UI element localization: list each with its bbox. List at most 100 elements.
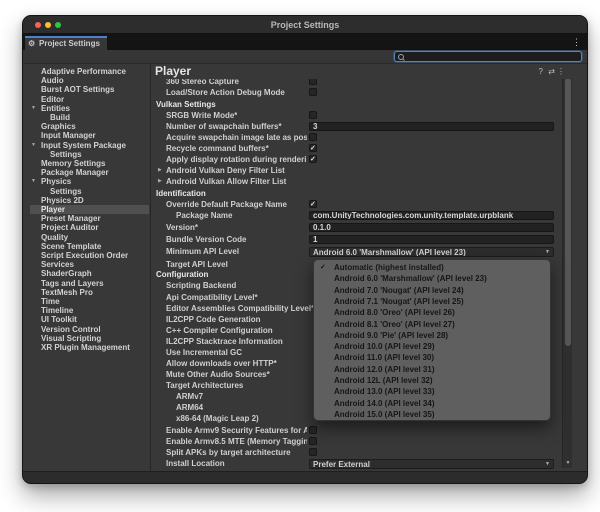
text-field-bundle-version-code[interactable]: 1 [309,235,554,244]
foldout-closed-icon[interactable]: ▶ [158,165,162,176]
popup-item-android-8-0-oreo-api-level-26[interactable]: Android 8.0 'Oreo' (API level 26) [314,307,551,318]
sidebar-item-ui-toolkit[interactable]: UI Toolkit [23,315,151,324]
dropdown-install-location[interactable]: Prefer External▼ [309,459,554,469]
popup-item-android-12-0-api-level-31[interactable]: Android 12.0 (API level 31) [314,364,551,375]
popup-item-android-15-0-api-level-35[interactable]: Android 15.0 (API level 35) [314,409,551,420]
popup-item-android-13-0-api-level-33[interactable]: Android 13.0 (API level 33) [314,386,551,397]
sidebar-item-services[interactable]: Services [23,260,151,269]
sidebar-item-build[interactable]: Build [23,113,151,122]
sidebar-item-package-manager[interactable]: Package Manager [23,168,151,177]
sidebar-item-label: Input System Package [41,141,126,150]
checkbox-enable-armv8-5-mte-memory-tagging-ex[interactable] [309,437,317,445]
popup-item-label: Automatic (highest installed) [334,262,444,273]
sidebar-item-label: Audio [41,76,64,85]
sidebar-item-quality[interactable]: Quality [23,233,151,242]
setting-label: Version* [166,222,198,233]
sidebar-item-physics-2d[interactable]: Physics 2D [23,196,151,205]
scrollbar-thumb[interactable] [565,78,571,346]
sidebar-item-label: ShaderGraph [41,269,92,278]
foldout-closed-icon[interactable]: ▶ [158,176,162,187]
more-options-icon[interactable]: ⋮ [557,67,565,76]
sidebar-item-audio[interactable]: Audio [23,76,151,85]
sidebar-item-burst-aot-settings[interactable]: Burst AOT Settings [23,85,151,94]
popup-item-label: Android 8.0 'Oreo' (API level 26) [334,307,455,318]
sidebar-item-settings[interactable]: Settings [23,150,151,159]
setting-label: ARM64 [176,402,203,413]
preset-icon[interactable]: ⇄ [548,67,555,76]
checkbox-enable-armv9-security-features-for-arm64[interactable] [309,426,317,434]
sidebar-item-xr-plugin-management[interactable]: XR Plugin Management [23,343,151,352]
sidebar-item-label: Memory Settings [41,159,105,168]
sidebar-item-time[interactable]: Time [23,297,151,306]
setting-label: Split APKs by target architecture [166,447,291,458]
setting-label: Recycle command buffers* [166,143,269,154]
sidebar-item-scene-template[interactable]: Scene Template [23,242,151,251]
settings-row-install-location: Install LocationPrefer External▼ [152,458,588,469]
sidebar-item-project-auditor[interactable]: Project Auditor [23,223,151,232]
sidebar-item-label: Entities [41,104,70,113]
sidebar-item-script-execution-order[interactable]: Script Execution Order [23,251,151,260]
sidebar-item-input-system-package[interactable]: ▼ Input System Package [23,141,151,150]
popup-item-android-7-0-nougat-api-level-24[interactable]: Android 7.0 'Nougat' (API level 24) [314,285,551,296]
settings-row-android-vulkan-deny-filter-list: ▶Android Vulkan Deny Filter List [152,165,588,176]
dropdown-minimum-api-level[interactable]: Android 6.0 'Marshmallow' (API level 23)… [309,247,554,257]
popup-item-android-7-1-nougat-api-level-25[interactable]: Android 7.1 'Nougat' (API level 25) [314,296,551,307]
popup-item-android-11-0-api-level-30[interactable]: Android 11.0 (API level 30) [314,352,551,363]
popup-item-android-10-0-api-level-29[interactable]: Android 10.0 (API level 29) [314,341,551,352]
popup-item-android-8-1-oreo-api-level-27[interactable]: Android 8.1 'Oreo' (API level 27) [314,319,551,330]
text-field-package-name[interactable]: com.UnityTechnologies.com.unity.template… [309,211,554,220]
popup-item-android-9-0-pie-api-level-28[interactable]: Android 9.0 'Pie' (API level 28) [314,330,551,341]
foldout-open-icon[interactable]: ▼ [31,104,36,113]
text-field-number-of-swapchain-buffers[interactable]: 3 [309,122,554,131]
setting-label: Target Architectures [166,380,243,391]
tab-project-settings[interactable]: ⚙Project Settings [25,36,107,50]
checkbox-srgb-write-mode[interactable] [309,111,317,119]
foldout-open-icon[interactable]: ▼ [31,141,36,150]
scroll-down-arrow-icon[interactable]: ▼ [563,460,573,466]
sidebar-item-memory-settings[interactable]: Memory Settings [23,159,151,168]
sidebar-item-adaptive-performance[interactable]: Adaptive Performance [23,67,151,76]
sidebar-item-graphics[interactable]: Graphics [23,122,151,131]
checkbox-apply-display-rotation-during-rendering[interactable] [309,155,317,163]
sidebar-item-player[interactable]: Player [30,205,149,214]
settings-row-number-of-swapchain-buffers: Number of swapchain buffers* 3 [152,121,588,132]
sidebar-item-settings[interactable]: Settings [23,187,151,196]
dropdown-value: Prefer External [313,460,370,469]
sidebar-item-label: Quality [41,233,68,242]
popup-item-android-14-0-api-level-34[interactable]: Android 14.0 (API level 34) [314,398,551,409]
foldout-open-icon[interactable]: ▼ [31,177,36,186]
kebab-menu-icon[interactable]: ⋮ [572,36,581,49]
popup-item-android-6-0-marshmallow-api-level-23[interactable]: Android 6.0 'Marshmallow' (API level 23) [314,273,551,284]
help-icon[interactable]: ? [539,67,543,76]
sidebar-item-preset-manager[interactable]: Preset Manager [23,214,151,223]
popup-item-label: Android 13.0 (API level 33) [334,386,434,397]
setting-label: Mute Other Audio Sources* [166,369,270,380]
settings-row-load-store-action-debug-mode: Load/Store Action Debug Mode [152,87,588,98]
sidebar-item-label: Burst AOT Settings [41,85,114,94]
settings-row-enable-armv8-5-mte-memory-tagging-ex: Enable Armv8.5 MTE (Memory Tagging Ex [152,436,588,447]
sidebar-item-entities[interactable]: ▼ Entities [23,104,151,113]
checkbox-load-store-action-debug-mode[interactable] [309,88,317,96]
sidebar-item-label: Physics 2D [41,196,84,205]
setting-label: x86-64 (Magic Leap 2) [176,413,259,424]
sidebar-item-physics[interactable]: ▼Physics [23,177,151,186]
sidebar-item-visual-scripting[interactable]: Visual Scripting [23,334,151,343]
setting-label: Number of swapchain buffers* [166,121,282,132]
popup-item-automatic-highest-installed[interactable]: ✓Automatic (highest installed) [314,262,551,273]
sidebar-item-textmesh-pro[interactable]: TextMesh Pro [23,288,151,297]
sidebar-item-timeline[interactable]: Timeline [23,306,151,315]
sidebar-item-shadergraph[interactable]: ShaderGraph [23,269,151,278]
search-input[interactable] [394,51,582,62]
sidebar-item-editor[interactable]: Editor [23,95,151,104]
checkbox-recycle-command-buffers[interactable] [309,144,317,152]
sidebar-item-input-manager[interactable]: Input Manager [23,131,151,140]
setting-label: Package Name [176,210,232,221]
vertical-scrollbar[interactable]: ▲ ▼ [562,66,572,468]
sidebar-item-tags-and-layers[interactable]: Tags and Layers [23,279,151,288]
text-field-version[interactable]: 0.1.0 [309,223,554,232]
checkbox-acquire-swapchain-image-late-as-possible[interactable] [309,133,317,141]
sidebar-item-version-control[interactable]: Version Control [23,325,151,334]
checkbox-override-default-package-name[interactable] [309,200,317,208]
checkbox-split-apks-by-target-architecture[interactable] [309,448,317,456]
popup-item-android-12l-api-level-32[interactable]: Android 12L (API level 32) [314,375,551,386]
